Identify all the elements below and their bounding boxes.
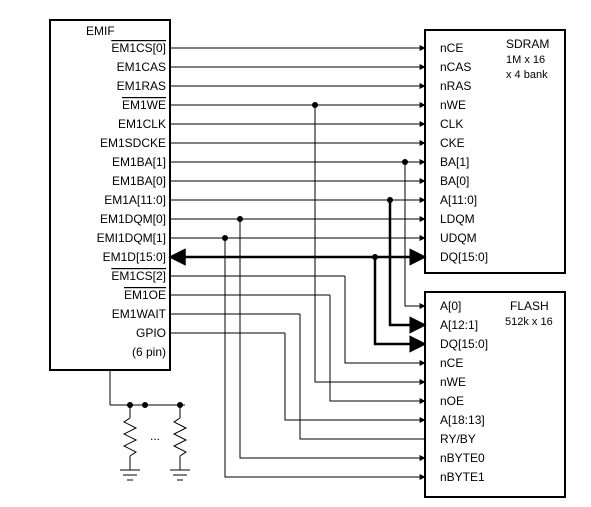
emif-pin-13: EM1OE — [124, 288, 166, 302]
emif-pin-16: (6 pin) — [132, 345, 166, 359]
emif-pin-2: EM1RAS — [117, 79, 166, 93]
emif-pin-3: EM1WE — [122, 98, 166, 112]
flash-pin-8: nBYTE0 — [440, 451, 485, 465]
wiring-diagram: EMIF EM1CS[0] EM1CAS EM1RAS EM1WE EM1CLK… — [0, 0, 591, 507]
wire-flash-nbyte1 — [225, 238, 425, 477]
flash-pin-3: nCE — [440, 356, 463, 370]
sdram-pin-0: nCE — [440, 41, 463, 55]
sdram-pin-9: LDQM — [440, 212, 475, 226]
emif-pin-6: EM1BA[1] — [112, 155, 166, 169]
emif-pin-12: EM1CS[2] — [111, 269, 166, 283]
sdram-pin-3: nWE — [440, 98, 466, 112]
sdram-pin-10: UDQM — [440, 231, 477, 245]
flash-subtitle1: 512k x 16 — [505, 316, 553, 328]
wire-flash-nbyte0 — [240, 219, 425, 458]
wire-flash-nce — [345, 276, 425, 363]
emif-pin-7: EM1BA[0] — [112, 174, 166, 188]
flash-pin-2: DQ[15:0] — [440, 337, 488, 351]
emif-pin-14: EM1WAIT — [112, 307, 167, 321]
emif-pin-9: EM1DQM[0] — [100, 212, 166, 226]
sdram-pin-4: CLK — [440, 117, 463, 131]
sdram-pin-8: A[11:0] — [440, 193, 477, 207]
sdram-pin-1: nCAS — [440, 60, 471, 74]
wire-flash-a18 — [285, 333, 425, 420]
flash-pin-7: RY/BY — [440, 432, 476, 446]
flash-pin-9: nBYTE1 — [440, 470, 485, 484]
emif-pin-1: EM1CAS — [117, 60, 166, 74]
flash-title: FLASH — [510, 299, 549, 313]
emif-pin-10: EMI1DQM[1] — [97, 231, 166, 245]
sdram-pin-11: DQ[15:0] — [440, 250, 488, 264]
emif-title: EMIF — [86, 24, 115, 38]
resistor-icon — [170, 402, 190, 480]
sdram-pin-2: nRAS — [440, 79, 471, 93]
flash-pin-0: A[0] — [440, 299, 461, 313]
sdram-pin-5: CKE — [440, 136, 465, 150]
sdram-pin-6: BA[1] — [440, 155, 469, 169]
wire-flash-nwe — [315, 105, 425, 382]
sdram-title: SDRAM — [506, 37, 549, 51]
emif-pin-15: GPIO — [136, 326, 166, 340]
emif-pin-5: EM1SDCKE — [100, 136, 166, 150]
wire-flash-noe — [330, 295, 425, 401]
sdram-subtitle1: 1M x 16 — [506, 54, 545, 66]
emif-pin-8: EM1A[11:0] — [104, 193, 166, 207]
resistor-ellipsis: ... — [150, 429, 160, 443]
sdram-pin-7: BA[0] — [440, 174, 469, 188]
wire-flash-a0 — [405, 162, 425, 306]
flash-pin-1: A[12:1] — [440, 318, 478, 332]
emif-pin-0: EM1CS[0] — [111, 41, 166, 55]
emif-pin-11: EM1D[15:0] — [103, 250, 166, 264]
flash-pin-6: A[18:13] — [440, 413, 485, 427]
sdram-subtitle2: x 4 bank — [506, 69, 548, 81]
wire-flash-dq — [375, 257, 425, 344]
flash-pin-4: nWE — [440, 375, 466, 389]
resistor-icon — [120, 402, 140, 480]
emif-pin-4: EM1CLK — [118, 117, 166, 131]
flash-pin-5: nOE — [440, 394, 464, 408]
